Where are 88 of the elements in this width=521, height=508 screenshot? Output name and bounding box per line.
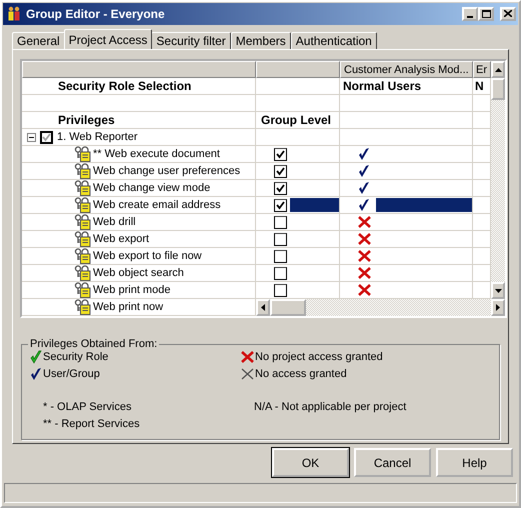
checkbox[interactable] — [40, 130, 53, 144]
cross-icon — [358, 233, 371, 246]
checkbox[interactable] — [274, 250, 287, 263]
window-title: Group Editor - Everyone — [26, 6, 166, 21]
privilege-name[interactable]: Web change view mode — [93, 182, 210, 194]
collapse-icon[interactable] — [27, 132, 36, 142]
tab[interactable]: Project Access — [64, 29, 152, 50]
key-lock-icon — [74, 231, 91, 248]
column-header[interactable]: Customer Analysis Mod... — [340, 61, 473, 78]
legend-label: User/Group — [43, 368, 100, 380]
privilege-name[interactable]: Web export to file now — [93, 250, 202, 262]
privilege-name[interactable]: Web object search — [93, 267, 184, 280]
legend-label: No access granted — [255, 368, 347, 380]
tree-item[interactable]: 1. Web Reporter — [53, 131, 138, 144]
minimize-button[interactable] — [462, 6, 478, 21]
privilege-name[interactable]: Web print now — [93, 301, 164, 314]
vertical-scrollbar[interactable] — [491, 61, 505, 300]
legend-label: Security Role — [43, 351, 108, 364]
key-lock-icon — [74, 282, 91, 298]
right-arrow-icon — [496, 304, 500, 312]
key-lock-icon — [74, 180, 91, 196]
key-lock-icon — [74, 248, 91, 264]
checkbox[interactable] — [274, 266, 287, 280]
key-lock-icon — [74, 265, 91, 282]
privilege-name[interactable]: Web drill — [93, 216, 136, 228]
table-cell — [473, 112, 491, 130]
dialog-button[interactable]: OK — [272, 448, 349, 478]
key-lock-icon — [74, 214, 91, 230]
legend-note: ** - Report Services — [43, 418, 141, 432]
cross-icon — [358, 267, 371, 280]
check-icon — [358, 198, 370, 212]
dialog-button[interactable]: Help — [436, 448, 513, 478]
row-label: Security Role Selection — [22, 78, 256, 96]
role-name: Normal Users — [340, 78, 473, 96]
tab[interactable]: Members — [230, 32, 291, 50]
checkbox[interactable] — [274, 148, 287, 161]
tab[interactable]: Authentication — [290, 32, 377, 50]
check-icon — [358, 164, 370, 178]
privilege-name[interactable]: Web change user preferences — [93, 165, 240, 178]
people-icon — [6, 6, 22, 22]
key-lock-icon — [74, 197, 91, 214]
tab[interactable]: Security filter — [151, 32, 231, 50]
checkbox[interactable] — [274, 284, 287, 297]
privilege-name[interactable]: Web create email address — [93, 199, 221, 212]
down-arrow-icon — [494, 288, 502, 293]
cross-icon — [358, 284, 371, 296]
privilege-name[interactable]: Web export — [93, 233, 150, 246]
check-icon — [30, 367, 42, 382]
tab[interactable]: General — [12, 32, 65, 50]
privilege-name[interactable]: ** Web execute document — [93, 148, 220, 160]
selection-highlight — [290, 198, 339, 212]
close-icon — [504, 10, 512, 18]
check-icon — [30, 350, 42, 364]
checkbox[interactable] — [274, 198, 287, 212]
key-lock-icon — [74, 146, 91, 162]
column-label: Group Level — [256, 112, 340, 130]
checkbox[interactable] — [274, 182, 287, 195]
cross-icon — [241, 351, 254, 364]
cross-icon — [241, 368, 254, 380]
check-icon — [358, 181, 370, 196]
minimize-icon — [467, 16, 473, 18]
column-header[interactable]: Er — [473, 61, 491, 78]
legend-label: No project access granted — [255, 351, 383, 364]
privilege-name[interactable]: Web print mode — [93, 284, 170, 296]
legend-note: N/A - Not applicable per project — [254, 401, 408, 416]
up-arrow-icon — [494, 68, 502, 72]
group-title: Privileges Obtained From: — [29, 338, 158, 350]
table-cell — [473, 95, 491, 112]
role-name: N — [473, 78, 491, 96]
checkbox[interactable] — [274, 164, 287, 178]
horizontal-scrollbar[interactable] — [256, 299, 505, 316]
table-cell — [473, 129, 491, 146]
column-label: Privileges — [22, 112, 256, 130]
key-lock-icon — [74, 299, 91, 316]
legend-note: * - OLAP Services — [43, 401, 132, 416]
scroll-thumb[interactable] — [270, 299, 306, 316]
cross-icon — [358, 216, 371, 228]
dialog-button[interactable]: Cancel — [354, 448, 431, 478]
maximize-button[interactable] — [478, 6, 494, 21]
checkbox[interactable] — [274, 216, 287, 229]
checkbox[interactable] — [274, 232, 287, 246]
key-lock-icon — [74, 163, 91, 180]
close-button[interactable] — [500, 6, 516, 21]
maximize-icon — [482, 10, 490, 18]
check-icon — [358, 147, 370, 162]
cross-icon — [358, 250, 371, 262]
scroll-thumb[interactable] — [491, 78, 505, 100]
left-arrow-icon — [261, 304, 265, 312]
